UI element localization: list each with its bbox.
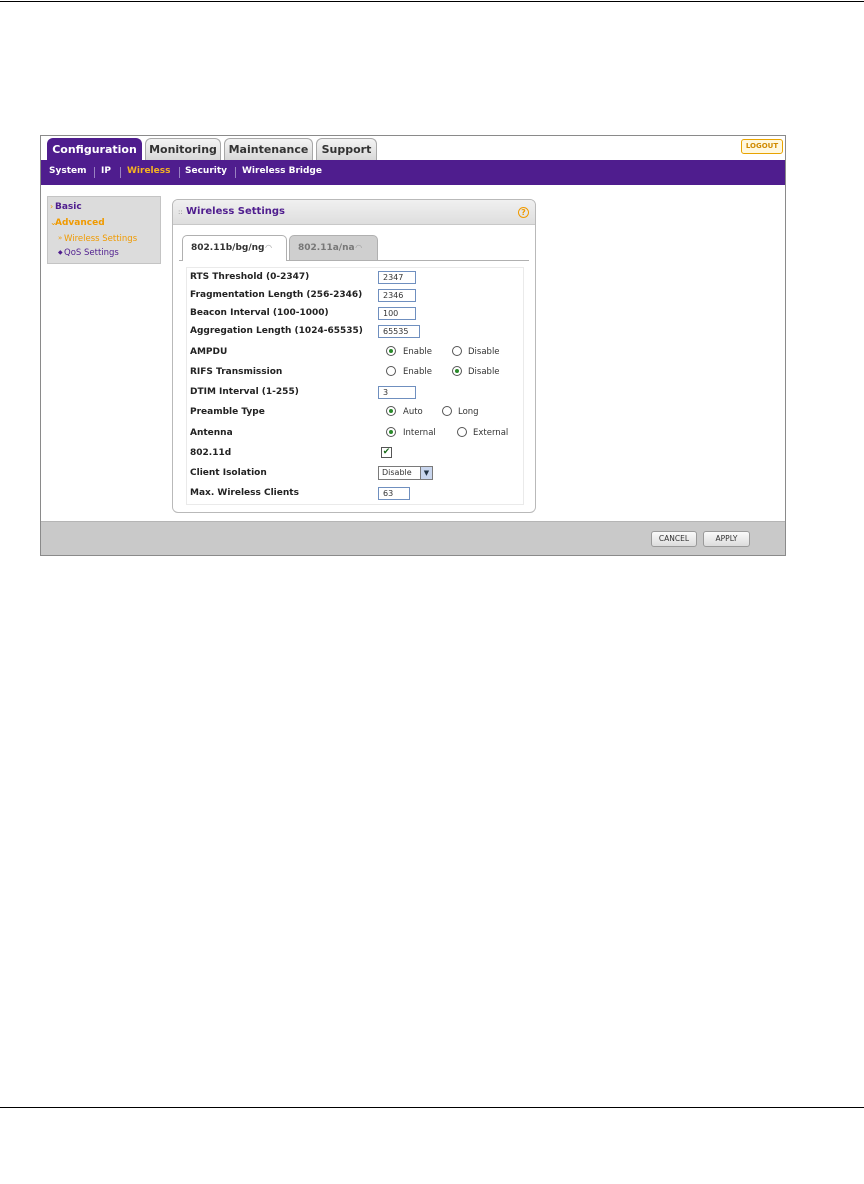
- subnav-security[interactable]: Security: [185, 166, 227, 176]
- menu-advanced[interactable]: Advanced: [55, 218, 105, 228]
- preamble-long-radio[interactable]: [442, 406, 452, 416]
- subnav-system[interactable]: System: [49, 166, 87, 176]
- antenna-internal-label: Internal: [403, 428, 436, 438]
- ampdu-enable-label: Enable: [403, 347, 432, 357]
- subnav-separator: [94, 167, 95, 178]
- menu-basic[interactable]: Basic: [55, 202, 82, 212]
- menu-qos-settings[interactable]: QoS Settings: [64, 248, 119, 258]
- help-icon[interactable]: ?: [518, 207, 529, 218]
- bottom-page-rule: [0, 1107, 864, 1108]
- aggregation-length-label: Aggregation Length (1024-65535): [190, 326, 363, 336]
- fragmentation-length-label: Fragmentation Length (256-2346): [190, 290, 363, 300]
- max-wireless-clients-input[interactable]: 63: [378, 487, 410, 500]
- dtim-interval-label: DTIM Interval (1-255): [190, 387, 299, 397]
- apply-button[interactable]: APPLY: [703, 531, 750, 547]
- rifs-disable-radio[interactable]: [452, 366, 462, 376]
- row-rifs: RIFS Transmission Enable Disable: [190, 366, 520, 381]
- sub-nav-bar: System IP Wireless Security Wireless Bri…: [41, 160, 785, 185]
- row-antenna: Antenna Internal External: [190, 427, 520, 442]
- aggregation-length-input[interactable]: 65535: [378, 325, 420, 338]
- row-beacon-interval: Beacon Interval (100-1000) 100: [190, 307, 520, 322]
- max-wireless-clients-label: Max. Wireless Clients: [190, 488, 299, 498]
- preamble-auto-label: Auto: [403, 407, 423, 417]
- beacon-interval-input[interactable]: 100: [378, 307, 416, 320]
- tab-support[interactable]: Support: [316, 138, 377, 160]
- preamble-type-label: Preamble Type: [190, 407, 265, 417]
- tab-monitoring[interactable]: Monitoring: [145, 138, 221, 160]
- row-fragmentation-length: Fragmentation Length (256-2346) 2346: [190, 289, 520, 304]
- beacon-interval-label: Beacon Interval (100-1000): [190, 308, 329, 318]
- chevron-down-icon[interactable]: ▼: [420, 467, 432, 479]
- action-bar: CANCEL APPLY: [41, 521, 785, 555]
- row-ampdu: AMPDU Enable Disable: [190, 346, 520, 361]
- tab-configuration[interactable]: Configuration: [47, 138, 142, 160]
- subnav-separator: [120, 167, 121, 178]
- preamble-auto-radio[interactable]: [386, 406, 396, 416]
- logout-button[interactable]: LOGOUT: [741, 139, 783, 154]
- subnav-wireless-bridge[interactable]: Wireless Bridge: [242, 166, 322, 176]
- antenna-label: Antenna: [190, 428, 233, 438]
- client-isolation-label: Client Isolation: [190, 468, 267, 478]
- dot11d-checkbox[interactable]: ✔: [381, 447, 392, 458]
- ampdu-label: AMPDU: [190, 347, 228, 357]
- subnav-wireless[interactable]: Wireless: [127, 166, 170, 176]
- wifi-icon: ◠: [265, 243, 272, 252]
- tab-label: 802.11a/na: [298, 243, 355, 253]
- left-menu: › Basic ⌄ Advanced » Wireless Settings ◆…: [47, 196, 161, 264]
- row-client-isolation: Client Isolation Disable ▼: [190, 466, 520, 482]
- grip-icon: ::: [178, 208, 183, 216]
- row-max-wireless-clients: Max. Wireless Clients 63: [190, 487, 520, 502]
- ampdu-enable-radio[interactable]: [386, 346, 396, 356]
- row-preamble-type: Preamble Type Auto Long: [190, 406, 520, 421]
- rts-threshold-input[interactable]: 2347: [378, 271, 416, 284]
- wifi-icon: ◠: [355, 243, 362, 252]
- rifs-disable-label: Disable: [468, 367, 500, 377]
- row-rts-threshold: RTS Threshold (0-2347) 2347: [190, 271, 520, 286]
- chevron-right-icon: ›: [50, 202, 54, 211]
- antenna-external-label: External: [473, 428, 509, 438]
- tab-label: 802.11b/bg/ng: [191, 243, 265, 253]
- ampdu-disable-radio[interactable]: [452, 346, 462, 356]
- antenna-internal-radio[interactable]: [386, 427, 396, 437]
- client-isolation-select[interactable]: Disable ▼: [378, 466, 433, 480]
- top-tab-bar: Configuration Monitoring Maintenance Sup…: [41, 136, 785, 160]
- tab-80211bgng[interactable]: 802.11b/bg/ng◠: [182, 235, 287, 261]
- row-dtim-interval: DTIM Interval (1-255) 3: [190, 386, 520, 401]
- bullet-icon: »: [58, 234, 63, 242]
- row-aggregation-length: Aggregation Length (1024-65535) 65535: [190, 325, 520, 340]
- subnav-separator: [235, 167, 236, 178]
- wireless-settings-panel: :: Wireless Settings ? 802.11b/bg/ng◠ 80…: [172, 199, 536, 513]
- cancel-button[interactable]: CANCEL: [651, 531, 697, 547]
- rifs-enable-label: Enable: [403, 367, 432, 377]
- top-page-rule: [0, 1, 864, 2]
- client-isolation-value: Disable: [382, 468, 412, 477]
- tab-maintenance[interactable]: Maintenance: [224, 138, 313, 160]
- antenna-external-radio[interactable]: [457, 427, 467, 437]
- fragmentation-length-input[interactable]: 2346: [378, 289, 416, 302]
- rifs-label: RIFS Transmission: [190, 367, 283, 377]
- subnav-ip[interactable]: IP: [101, 166, 111, 176]
- row-80211d: 802.11d ✔: [190, 447, 520, 462]
- dot11d-label: 802.11d: [190, 448, 232, 458]
- preamble-long-label: Long: [458, 407, 479, 417]
- router-admin-screenshot: Configuration Monitoring Maintenance Sup…: [40, 135, 786, 556]
- rifs-enable-radio[interactable]: [386, 366, 396, 376]
- rts-threshold-label: RTS Threshold (0-2347): [190, 272, 310, 282]
- menu-wireless-settings[interactable]: Wireless Settings: [64, 234, 137, 244]
- bullet-icon: ◆: [58, 249, 63, 256]
- panel-header: :: Wireless Settings ?: [173, 200, 535, 225]
- ampdu-disable-label: Disable: [468, 347, 500, 357]
- dtim-interval-input[interactable]: 3: [378, 386, 416, 399]
- panel-title: Wireless Settings: [186, 206, 285, 217]
- tab-80211ana[interactable]: 802.11a/na◠: [289, 235, 378, 260]
- subnav-separator: [179, 167, 180, 178]
